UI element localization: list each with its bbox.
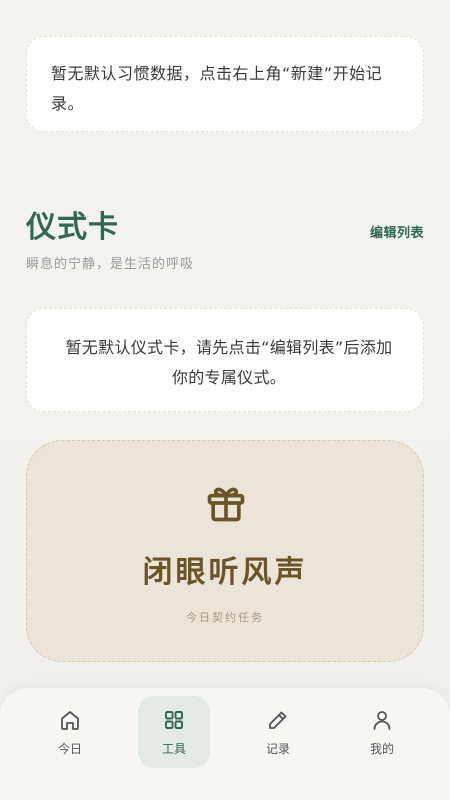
contract-task-name: 闭眼听风声: [142, 555, 308, 590]
tab-mine[interactable]: 我的: [346, 696, 418, 768]
home-icon: [61, 710, 79, 730]
tab-records[interactable]: 记录: [242, 696, 314, 768]
tab-today[interactable]: 今日: [34, 696, 106, 768]
tab-mine-label: 我的: [369, 741, 394, 756]
grid-icon: [165, 710, 183, 729]
habit-empty-card: 暂无默认习惯数据，点击右上角“新建”开始记录。: [26, 36, 424, 132]
ritual-section-title: 仪式卡: [26, 210, 119, 245]
edit-list-button[interactable]: 编辑列表: [370, 222, 424, 241]
habit-empty-message: 暂无默认习惯数据，点击右上角“新建”开始记录。: [51, 64, 383, 113]
ritual-empty-card: 暂无默认仪式卡，请先点击“编辑列表”后添加你的专属仪式。: [26, 308, 424, 412]
gift-icon: [207, 487, 245, 522]
pencil-icon: [269, 711, 287, 729]
tab-tools[interactable]: 工具: [138, 696, 210, 768]
user-icon: [373, 710, 391, 730]
contract-task-subtitle: 今日契约任务: [186, 611, 264, 624]
tab-today-label: 今日: [57, 741, 82, 756]
tab-records-label: 记录: [265, 741, 290, 756]
ritual-empty-message: 暂无默认仪式卡，请先点击“编辑列表”后添加你的专属仪式。: [65, 338, 393, 387]
tools-page: 暂无默认习惯数据，点击右上角“新建”开始记录。 仪式卡 编辑列表 瞬息的宁静，是…: [0, 0, 450, 800]
bottom-tab-bar: 今日 工具 记录 我的: [0, 688, 450, 800]
ritual-section-subtitle: 瞬息的宁静，是生活的呼吸: [26, 257, 195, 272]
tab-tools-label: 工具: [161, 741, 186, 756]
contract-task-card[interactable]: 闭眼听风声 今日契约任务: [26, 440, 424, 662]
